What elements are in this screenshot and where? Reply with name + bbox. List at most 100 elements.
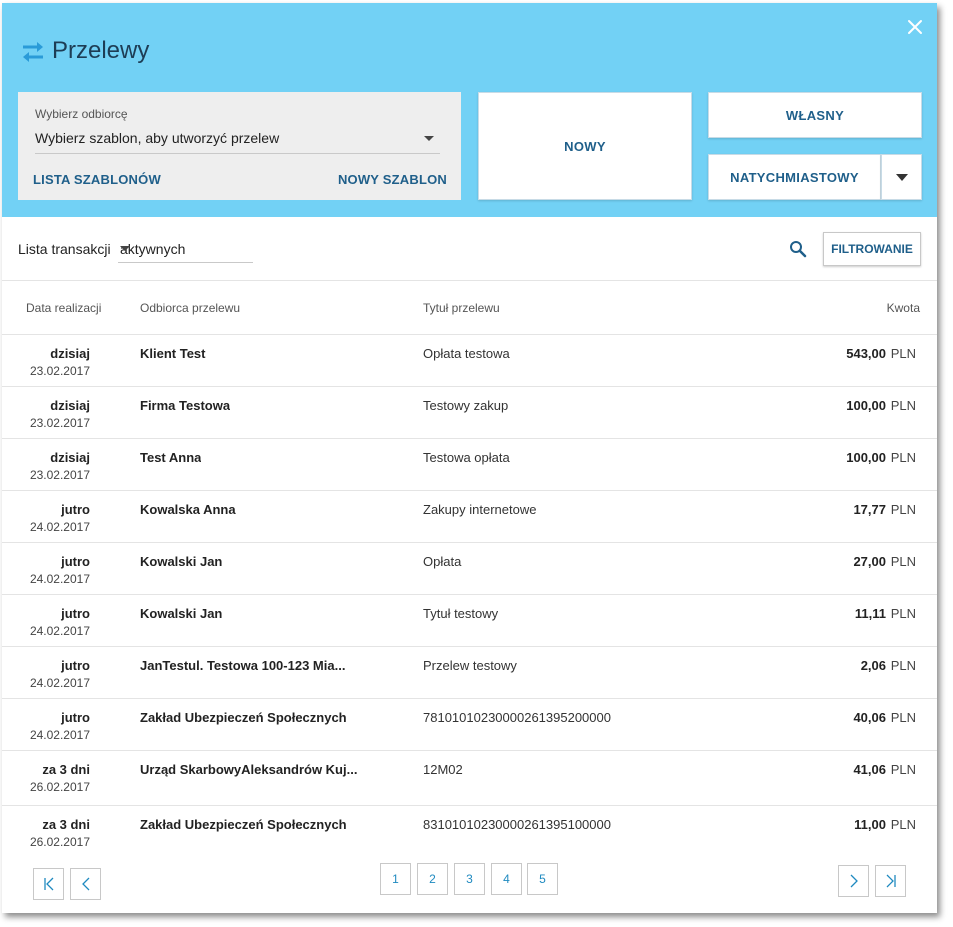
chevron-right-icon bbox=[850, 874, 858, 888]
filter-button[interactable]: FILTROWANIE bbox=[823, 232, 921, 266]
row-amount: 11,11 bbox=[854, 606, 886, 621]
row-day: jutro bbox=[61, 502, 90, 517]
row-recipient: Urząd SkarbowyAleksandrów Kuj... bbox=[140, 762, 358, 777]
chevron-down-icon bbox=[424, 136, 434, 141]
last-page-icon bbox=[886, 874, 896, 888]
row-date: 23.02.2017 bbox=[29, 364, 90, 378]
table-row[interactable]: za 3 dni 26.02.2017 Urząd SkarbowyAleksa… bbox=[2, 751, 937, 806]
search-icon[interactable] bbox=[788, 239, 808, 259]
row-recipient: Firma Testowa bbox=[140, 398, 231, 413]
row-day: jutro bbox=[61, 554, 90, 569]
new-template-link[interactable]: NOWY SZABLON bbox=[338, 172, 447, 187]
row-title: 78101010230000261395200000 bbox=[423, 710, 611, 725]
chevron-left-icon bbox=[81, 877, 89, 891]
transfers-window: Przelewy Wybierz odbiorcę Wybierz szablo… bbox=[2, 3, 937, 913]
table-row[interactable]: jutro 24.02.2017 JanTestul. Testowa 100-… bbox=[2, 647, 937, 699]
row-title: Opłata testowa bbox=[423, 346, 510, 361]
more-transfer-types-button[interactable] bbox=[881, 154, 922, 200]
row-currency: PLN bbox=[890, 710, 916, 725]
row-title: Zakupy internetowe bbox=[423, 502, 537, 517]
row-currency: PLN bbox=[890, 762, 916, 777]
new-transfer-button[interactable]: NOWY bbox=[478, 92, 692, 200]
table-row[interactable]: jutro 24.02.2017 Kowalski Jan Opłata 27,… bbox=[2, 543, 937, 595]
row-amount: 100,00 bbox=[846, 398, 886, 413]
previous-page-button[interactable] bbox=[70, 868, 101, 900]
column-header-title[interactable]: Tytuł przelewu bbox=[423, 301, 500, 315]
row-amount: 17,77 bbox=[853, 502, 886, 517]
row-title: Tytuł testowy bbox=[423, 606, 499, 621]
row-date: 24.02.2017 bbox=[29, 676, 90, 690]
template-list-link[interactable]: LISTA SZABLONÓW bbox=[33, 172, 161, 187]
row-date: 26.02.2017 bbox=[29, 835, 90, 849]
first-page-button[interactable] bbox=[33, 868, 64, 900]
row-title: 83101010230000261395100000 bbox=[423, 817, 611, 832]
transfers-header: Przelewy Wybierz odbiorcę Wybierz szablo… bbox=[2, 3, 937, 217]
row-day: jutro bbox=[61, 658, 90, 673]
table-row[interactable]: jutro 24.02.2017 Kowalski Jan Tytuł test… bbox=[2, 595, 937, 647]
row-date: 24.02.2017 bbox=[29, 520, 90, 534]
page-button-5[interactable]: 5 bbox=[527, 863, 558, 895]
page-button-1[interactable]: 1 bbox=[380, 863, 411, 895]
transaction-list-label: Lista transakcji bbox=[18, 241, 111, 257]
row-title: Opłata bbox=[423, 554, 462, 569]
table-row[interactable]: jutro 24.02.2017 Kowalska Anna Zakupy in… bbox=[2, 491, 937, 543]
page-button-4[interactable]: 4 bbox=[491, 863, 522, 895]
caret-down-icon bbox=[895, 173, 908, 181]
chevron-down-icon bbox=[120, 246, 130, 251]
row-recipient: Kowalska Anna bbox=[140, 502, 236, 517]
last-page-button[interactable] bbox=[875, 865, 906, 897]
row-day: dzisiaj bbox=[50, 398, 90, 413]
template-select-value: Wybierz szablon, aby utworzyć przelew bbox=[35, 130, 280, 146]
page-button-3[interactable]: 3 bbox=[454, 863, 485, 895]
row-recipient: Test Anna bbox=[140, 450, 202, 465]
row-day: za 3 dni bbox=[42, 762, 90, 777]
row-title: Przelew testowy bbox=[423, 658, 517, 673]
column-header-recipient[interactable]: Odbiorca przelewu bbox=[140, 301, 240, 315]
transfer-arrows-icon bbox=[20, 39, 46, 65]
transaction-status-select[interactable]: aktywnych bbox=[118, 239, 253, 263]
recipient-label: Wybierz odbiorcę bbox=[35, 107, 128, 121]
row-title: Testowy zakup bbox=[423, 398, 509, 413]
row-amount: 41,06 bbox=[853, 762, 886, 777]
table-row[interactable]: dzisiaj 23.02.2017 Klient Test Opłata te… bbox=[2, 335, 937, 387]
row-currency: PLN bbox=[890, 346, 916, 361]
row-recipient: Zakład Ubezpieczeń Społecznych bbox=[140, 710, 347, 725]
close-icon[interactable] bbox=[905, 17, 925, 37]
row-amount: 11,00 bbox=[854, 817, 886, 832]
row-title: 12M02 bbox=[423, 762, 463, 777]
row-currency: PLN bbox=[890, 817, 916, 832]
row-date: 23.02.2017 bbox=[29, 468, 90, 482]
row-day: dzisiaj bbox=[50, 346, 90, 361]
row-currency: PLN bbox=[890, 658, 916, 673]
transactions-table: dzisiaj 23.02.2017 Klient Test Opłata te… bbox=[2, 335, 937, 858]
column-header-amount[interactable]: Kwota bbox=[887, 301, 920, 315]
row-amount: 40,06 bbox=[853, 710, 886, 725]
row-amount: 100,00 bbox=[846, 450, 886, 465]
row-day: za 3 dni bbox=[42, 817, 90, 832]
table-row[interactable]: dzisiaj 23.02.2017 Test Anna Testowa opł… bbox=[2, 439, 937, 491]
row-amount: 543,00 bbox=[846, 346, 886, 361]
row-title: Testowa opłata bbox=[423, 450, 510, 465]
template-select[interactable]: Wybierz szablon, aby utworzyć przelew bbox=[35, 130, 440, 154]
table-row[interactable]: za 3 dni 26.02.2017 Zakład Ubezpieczeń S… bbox=[2, 806, 937, 858]
row-day: jutro bbox=[61, 710, 90, 725]
page-button-2[interactable]: 2 bbox=[417, 863, 448, 895]
row-recipient: Klient Test bbox=[140, 346, 206, 361]
page-title: Przelewy bbox=[52, 37, 150, 64]
row-day: jutro bbox=[61, 606, 90, 621]
row-amount: 2,06 bbox=[860, 658, 886, 673]
row-recipient: JanTestul. Testowa 100-123 Mia... bbox=[140, 658, 346, 673]
row-date: 24.02.2017 bbox=[29, 624, 90, 638]
row-recipient: Kowalski Jan bbox=[140, 554, 223, 569]
instant-transfer-button[interactable]: NATYCHMIASTOWY bbox=[708, 154, 881, 200]
table-row[interactable]: dzisiaj 23.02.2017 Firma Testowa Testowy… bbox=[2, 387, 937, 439]
row-currency: PLN bbox=[890, 398, 916, 413]
next-page-button[interactable] bbox=[838, 865, 869, 897]
column-header-date[interactable]: Data realizacji bbox=[26, 301, 101, 315]
own-transfer-button[interactable]: WŁASNY bbox=[708, 92, 922, 138]
row-currency: PLN bbox=[890, 606, 916, 621]
row-day: dzisiaj bbox=[50, 450, 90, 465]
table-row[interactable]: jutro 24.02.2017 Zakład Ubezpieczeń Społ… bbox=[2, 699, 937, 751]
row-currency: PLN bbox=[890, 450, 916, 465]
first-page-icon bbox=[43, 877, 53, 891]
